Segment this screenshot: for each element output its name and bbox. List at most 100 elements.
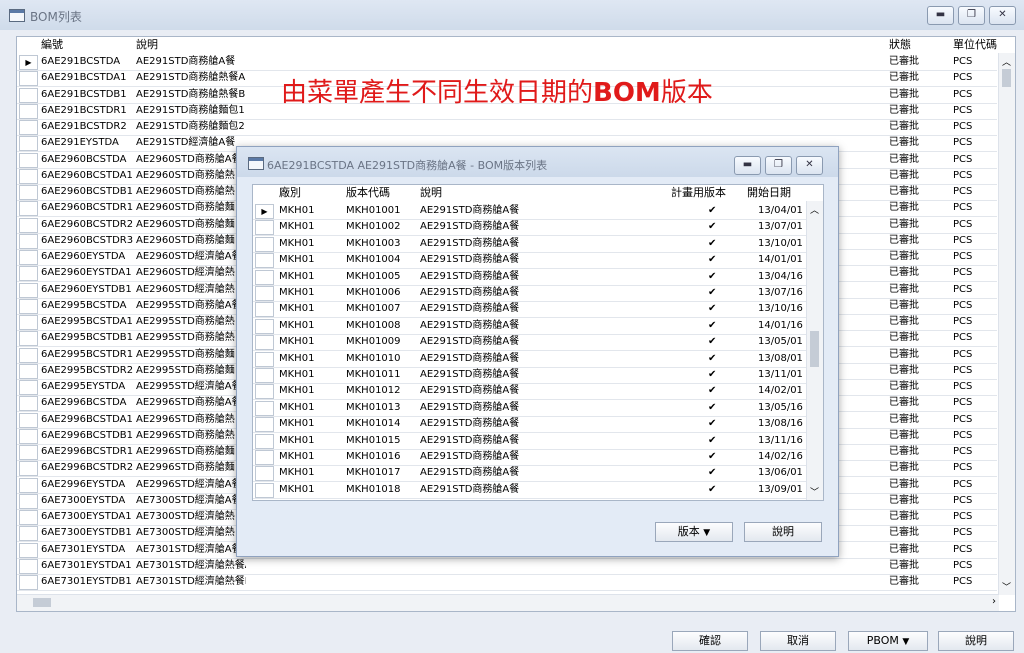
row-selector[interactable]	[255, 450, 274, 465]
horizontal-scrollbar[interactable]: ›	[17, 594, 999, 611]
row-selector[interactable]	[19, 575, 38, 590]
column-header-description[interactable]: 說明	[420, 185, 442, 201]
scroll-thumb[interactable]	[1002, 69, 1011, 87]
row-selector[interactable]	[255, 351, 274, 367]
scroll-up-icon[interactable]: ︿	[810, 203, 819, 216]
column-header-planning-version[interactable]: 計畫用版本	[671, 185, 726, 201]
column-header-unit[interactable]: 單位代碼	[953, 37, 997, 53]
row-selector[interactable]	[19, 493, 38, 509]
table-row[interactable]: MKH01 MKH01014 AE291STD商務艙A餐 ✔ 13/08/16	[253, 416, 808, 434]
row-selector[interactable]	[19, 298, 38, 314]
column-header-description[interactable]: 說明	[136, 37, 158, 53]
row-selector[interactable]	[19, 103, 38, 119]
table-row[interactable]: MKH01 MKH01009 AE291STD商務艙A餐 ✔ 13/05/01	[253, 334, 808, 352]
table-row[interactable]: MKH01 MKH01006 AE291STD商務艙A餐 ✔ 13/07/16	[253, 285, 808, 302]
column-header-version-code[interactable]: 版本代碼	[346, 185, 390, 201]
row-selector[interactable]	[19, 363, 38, 379]
row-selector[interactable]	[255, 236, 274, 252]
table-row[interactable]: MKH01 MKH01018 AE291STD商務艙A餐 ✔ 13/09/01	[253, 482, 808, 499]
table-row[interactable]: MKH01 MKH01003 AE291STD商務艙A餐 ✔ 13/10/01	[253, 236, 808, 253]
row-selector[interactable]	[19, 217, 38, 233]
row-selector[interactable]	[19, 201, 38, 217]
row-selector[interactable]	[255, 482, 274, 498]
row-selector[interactable]	[255, 368, 274, 383]
scroll-down-icon[interactable]: ﹀	[810, 485, 819, 498]
restore-button[interactable]: ❐	[958, 6, 985, 25]
row-selector[interactable]	[255, 286, 274, 301]
row-selector[interactable]	[19, 233, 38, 249]
row-selector[interactable]	[19, 266, 38, 282]
row-selector[interactable]	[255, 400, 274, 416]
column-header-status[interactable]: 狀態	[889, 37, 911, 53]
scroll-right-icon[interactable]: ›	[992, 596, 996, 607]
row-selector[interactable]	[19, 315, 38, 330]
row-selector[interactable]	[255, 335, 274, 351]
row-selector[interactable]	[19, 136, 38, 152]
pbom-button[interactable]: PBOM ▼	[848, 631, 928, 651]
row-selector[interactable]: ▶	[255, 204, 274, 219]
table-row[interactable]: MKH01 MKH01013 AE291STD商務艙A餐 ✔ 13/05/16	[253, 400, 808, 417]
scroll-down-icon[interactable]: ﹀	[1002, 580, 1011, 593]
row-selector[interactable]	[255, 302, 274, 318]
row-selector[interactable]	[19, 396, 38, 412]
minimize-button[interactable]: ▬	[927, 6, 954, 25]
row-selector[interactable]	[19, 412, 38, 428]
row-selector[interactable]	[19, 152, 38, 168]
table-row[interactable]: MKH01 MKH01017 AE291STD商務艙A餐 ✔ 13/06/01	[253, 465, 808, 483]
column-header-code[interactable]: 編號	[41, 37, 63, 53]
table-row[interactable]: MKH01 MKH01010 AE291STD商務艙A餐 ✔ 13/08/01	[253, 351, 808, 368]
dialog-explain-button[interactable]: 說明	[744, 522, 822, 542]
row-selector[interactable]	[19, 347, 38, 363]
row-selector[interactable]	[255, 433, 274, 449]
row-selector[interactable]	[19, 445, 38, 460]
row-selector[interactable]	[19, 558, 38, 574]
column-header-plant[interactable]: 廠別	[279, 185, 301, 201]
table-row[interactable]: MKH01 MKH01008 AE291STD商務艙A餐 ✔ 14/01/16	[253, 318, 808, 335]
cancel-button[interactable]: 取消	[760, 631, 836, 651]
dialog-restore-button[interactable]: ❐	[765, 156, 792, 175]
row-selector[interactable]	[19, 510, 38, 525]
column-header-start-date[interactable]: 開始日期	[747, 185, 791, 201]
row-selector[interactable]	[19, 477, 38, 493]
hscroll-thumb[interactable]	[33, 598, 51, 607]
version-button[interactable]: 版本 ▼	[655, 522, 733, 542]
row-selector[interactable]	[255, 417, 274, 433]
confirm-button[interactable]: 確認	[672, 631, 748, 651]
table-row[interactable]: MKH01 MKH01011 AE291STD商務艙A餐 ✔ 13/11/01	[253, 367, 808, 384]
row-selector[interactable]	[255, 220, 274, 236]
table-row[interactable]: MKH01 MKH01004 AE291STD商務艙A餐 ✔ 14/01/01	[253, 252, 808, 270]
row-selector[interactable]	[255, 269, 274, 285]
row-selector[interactable]	[19, 526, 38, 542]
row-selector[interactable]: ▶	[19, 55, 38, 70]
row-selector[interactable]	[255, 318, 274, 334]
row-selector[interactable]	[19, 250, 38, 265]
row-selector[interactable]	[19, 185, 38, 200]
row-selector[interactable]	[19, 282, 38, 298]
table-row[interactable]: MKH01 MKH01012 AE291STD商務艙A餐 ✔ 14/02/01	[253, 383, 808, 401]
table-row[interactable]: MKH01 MKH01016 AE291STD商務艙A餐 ✔ 14/02/16	[253, 449, 808, 466]
table-row[interactable]: MKH01 MKH01005 AE291STD商務艙A餐 ✔ 13/04/16	[253, 269, 808, 286]
dialog-minimize-button[interactable]: ▬	[734, 156, 761, 175]
row-selector[interactable]	[255, 384, 274, 400]
table-row[interactable]: 6AE7301EYSTDB1 AE7301STD經濟艙熱餐B 已審批 PCS	[17, 574, 997, 591]
vertical-scrollbar[interactable]: ︿ ﹀	[998, 53, 1015, 595]
table-row[interactable]: MKH01 MKH01002 AE291STD商務艙A餐 ✔ 13/07/01	[253, 219, 808, 237]
row-selector[interactable]	[19, 461, 38, 477]
row-selector[interactable]	[19, 428, 38, 444]
table-row[interactable]: ▶ 6AE291BCSTDA AE291STD商務艙A餐 已審批 PCS	[17, 54, 997, 71]
table-row[interactable]: MKH01 MKH01015 AE291STD商務艙A餐 ✔ 13/11/16	[253, 433, 808, 450]
row-selector[interactable]	[255, 253, 274, 269]
explain-button[interactable]: 說明	[938, 631, 1014, 651]
row-selector[interactable]	[19, 87, 38, 103]
row-selector[interactable]	[19, 120, 38, 135]
scroll-thumb[interactable]	[810, 331, 819, 367]
scroll-up-icon[interactable]: ︿	[1002, 55, 1011, 68]
row-selector[interactable]	[19, 71, 38, 87]
row-selector[interactable]	[19, 331, 38, 347]
dialog-vertical-scrollbar[interactable]: ︿ ﹀	[806, 201, 823, 500]
table-row[interactable]: MKH01 MKH01007 AE291STD商務艙A餐 ✔ 13/10/16	[253, 301, 808, 319]
close-button[interactable]: ✕	[989, 6, 1016, 25]
row-selector[interactable]	[19, 542, 38, 558]
row-selector[interactable]	[255, 466, 274, 482]
row-selector[interactable]	[19, 380, 38, 395]
